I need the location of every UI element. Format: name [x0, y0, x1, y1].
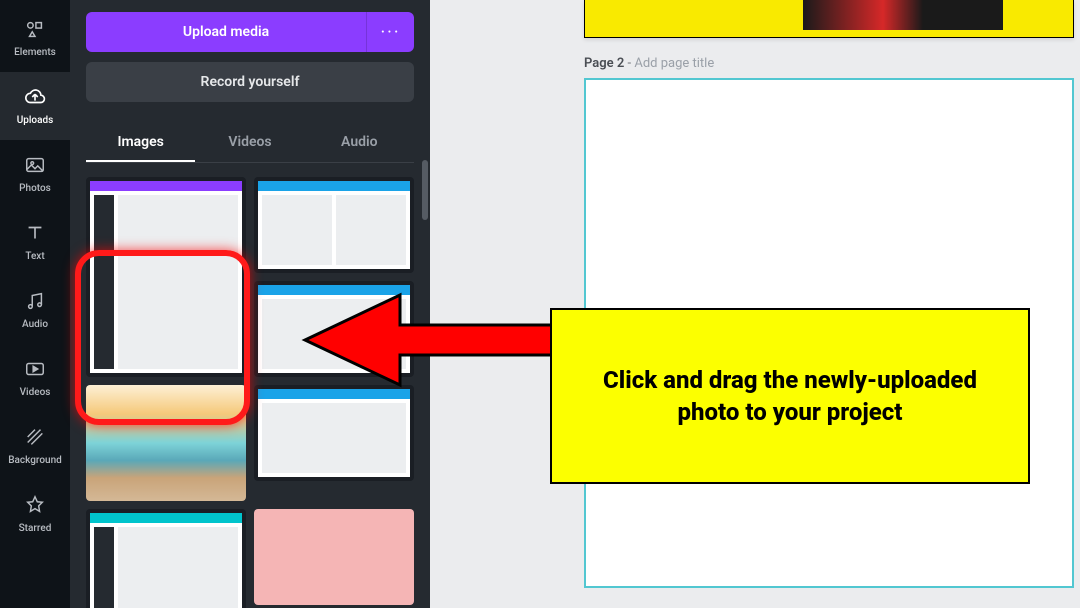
- media-tabs: Images Videos Audio: [86, 124, 414, 163]
- scrollbar-thumb[interactable]: [422, 160, 428, 220]
- tab-audio[interactable]: Audio: [305, 124, 414, 162]
- sidebar-item-text[interactable]: Text: [0, 208, 70, 276]
- image-icon: [24, 154, 46, 179]
- shapes-icon: [24, 18, 46, 43]
- upload-thumbnail-highlighted[interactable]: [86, 385, 246, 501]
- sidebar-item-starred[interactable]: Starred: [0, 480, 70, 548]
- upload-thumbnail[interactable]: [254, 177, 414, 273]
- page-1-bottom-strip: [584, 0, 1074, 38]
- cloud-upload-icon: [24, 86, 46, 111]
- upload-thumbnail[interactable]: [254, 281, 414, 377]
- page-header[interactable]: Page 2 - Add page title: [584, 56, 714, 71]
- sidebar-item-label: Videos: [20, 387, 51, 398]
- upload-media-button[interactable]: Upload media: [86, 12, 366, 52]
- video-icon: [24, 358, 46, 383]
- sidebar-item-audio[interactable]: Audio: [0, 276, 70, 344]
- sidebar-item-label: Text: [25, 251, 44, 262]
- sidebar-item-label: Elements: [14, 47, 56, 58]
- sidebar-item-photos[interactable]: Photos: [0, 140, 70, 208]
- sidebar-item-label: Background: [8, 455, 62, 466]
- record-yourself-button[interactable]: Record yourself: [86, 62, 414, 102]
- upload-thumbnail[interactable]: [254, 509, 414, 605]
- tab-images[interactable]: Images: [86, 124, 195, 162]
- annotation-callout: Click and drag the newly-uploaded photo …: [550, 308, 1030, 484]
- music-icon: [24, 290, 46, 315]
- panel-scrollbar[interactable]: [422, 160, 428, 420]
- background-icon: [24, 426, 46, 451]
- sidebar-item-label: Starred: [19, 523, 52, 534]
- annotation-text: Click and drag the newly-uploaded photo …: [570, 364, 1010, 429]
- sidebar-item-elements[interactable]: Elements: [0, 4, 70, 72]
- star-icon: [24, 494, 46, 519]
- sidebar-item-videos[interactable]: Videos: [0, 344, 70, 412]
- upload-thumbnail[interactable]: [86, 177, 246, 377]
- sidebar-item-label: Audio: [22, 319, 48, 330]
- page-1-photo-fragment: [803, 0, 1003, 30]
- sidebar-nav: Elements Uploads Photos Text Audio Video…: [0, 0, 70, 608]
- upload-media-more-button[interactable]: ···: [366, 12, 414, 52]
- text-icon: [24, 222, 46, 247]
- page-number: Page 2: [584, 56, 624, 71]
- upload-thumbnail[interactable]: [86, 509, 246, 608]
- sidebar-item-uploads[interactable]: Uploads: [0, 72, 70, 140]
- canvas-area: Page 2 - Add page title: [430, 0, 1080, 608]
- tab-videos[interactable]: Videos: [195, 124, 304, 162]
- page-title-placeholder: Add page title: [634, 56, 714, 71]
- sidebar-item-background[interactable]: Background: [0, 412, 70, 480]
- sidebar-item-label: Photos: [19, 183, 51, 194]
- upload-thumbnail[interactable]: [254, 385, 414, 481]
- uploads-panel: Upload media ··· Record yourself Images …: [70, 0, 430, 608]
- sidebar-item-label: Uploads: [17, 115, 54, 126]
- uploads-grid: [86, 177, 414, 608]
